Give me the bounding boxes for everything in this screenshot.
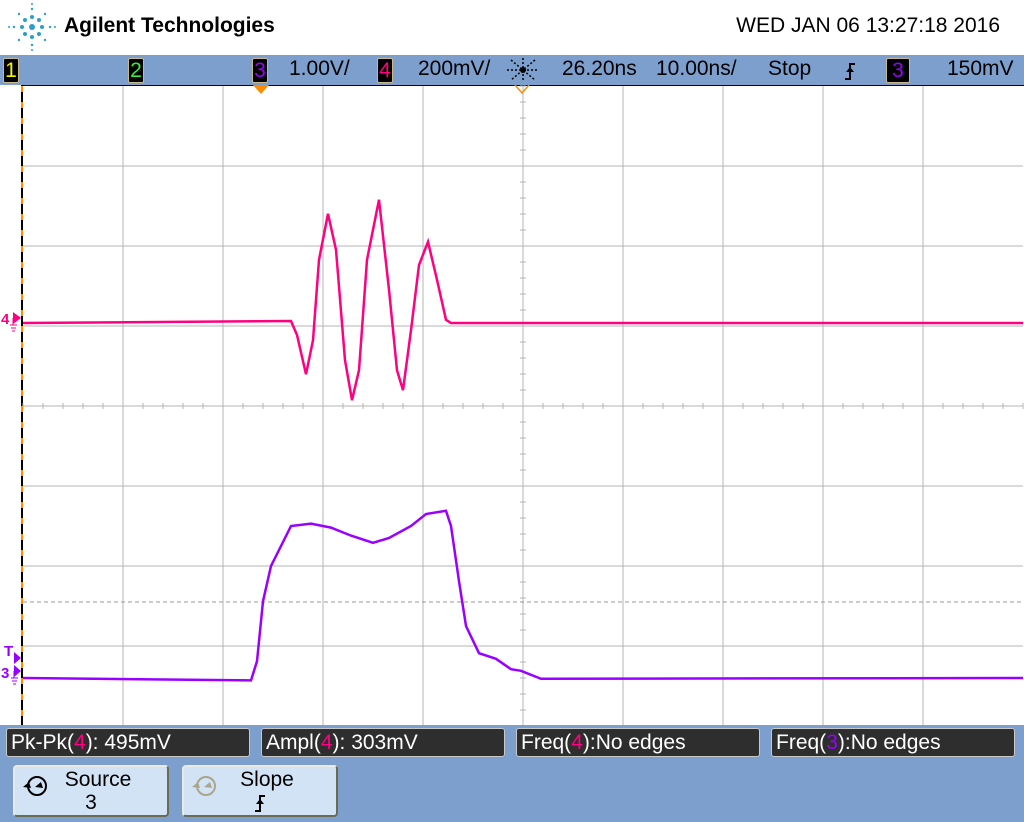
measurement-value: ): 303mV (332, 731, 418, 754)
waveform-display[interactable] (21, 85, 1024, 727)
run-state: Stop (768, 57, 812, 80)
channel-4-scale: 200mV/ (418, 57, 491, 80)
measurement-value: ): 495mV (85, 731, 171, 754)
measurement-label: Freq( (521, 731, 572, 754)
time-delay: 26.20ns (562, 57, 637, 80)
waveform-canvas (21, 85, 1024, 727)
trigger-position-marker (253, 85, 269, 94)
measurement-channel: 3 (826, 731, 838, 754)
datetime: WED JAN 06 13:27:18 2016 (736, 14, 1000, 37)
measurement-label: Ampl( (266, 731, 321, 754)
measurement-label: Pk-Pk( (11, 731, 74, 754)
agilent-logo-icon (8, 3, 56, 51)
channel-1-button[interactable]: 1 (3, 58, 19, 83)
channel-3-scale: 1.00V/ (289, 57, 350, 80)
channel-3-ground-marker[interactable]: 3 (1, 652, 21, 685)
measurement-pk-pk[interactable]: Pk-Pk(4): 495mV (6, 728, 250, 757)
channel-2-button[interactable]: 2 (128, 58, 144, 83)
slope-softkey[interactable]: Slope (182, 765, 338, 817)
brand-name: Agilent Technologies (64, 14, 275, 37)
ground-arrow-icon (11, 652, 21, 685)
channel-4-button[interactable]: 4 (377, 58, 393, 83)
rising-edge-icon (845, 63, 855, 80)
rotate-knob-icon (23, 776, 47, 796)
channel-3-marker-label: 3 (1, 665, 10, 682)
trigger-source: 3 (886, 58, 910, 83)
horizontal-delay-icon (507, 58, 539, 82)
source-softkey[interactable]: Source 3 (13, 765, 169, 817)
channel-4-marker-label: 4 (1, 311, 10, 328)
measurement-label: Freq( (776, 731, 827, 754)
rotate-knob-icon-disabled (192, 776, 216, 796)
measurement-channel: 4 (571, 731, 583, 754)
time-reference-marker (514, 85, 530, 95)
time-scale: 10.00ns/ (656, 57, 737, 80)
status-bar: 1 2 3 1.00V/ 4 200mV/ 26.20ns 10.00ns/ S… (0, 55, 1024, 85)
rising-edge-icon (255, 795, 265, 812)
measurement-channel: 4 (320, 731, 333, 754)
measurement-value: ):No edges (837, 731, 941, 754)
header: Agilent Technologies WED JAN 06 13:27:18… (0, 0, 1024, 55)
trigger-level: 150mV (947, 57, 1014, 80)
measurement-channel: 4 (74, 731, 86, 754)
measurement-freq-ch3[interactable]: Freq(3):No edges (771, 728, 1015, 757)
channel-3-button[interactable]: 3 (252, 58, 268, 83)
measurement-freq-ch4[interactable]: Freq(4):No edges (516, 728, 760, 757)
measurement-value: ):No edges (582, 731, 686, 754)
ground-arrow-icon (10, 312, 21, 332)
measurement-amplitude[interactable]: Ampl(4): 303mV (261, 728, 505, 757)
channel-4-ground-marker[interactable]: 4 (1, 311, 21, 332)
